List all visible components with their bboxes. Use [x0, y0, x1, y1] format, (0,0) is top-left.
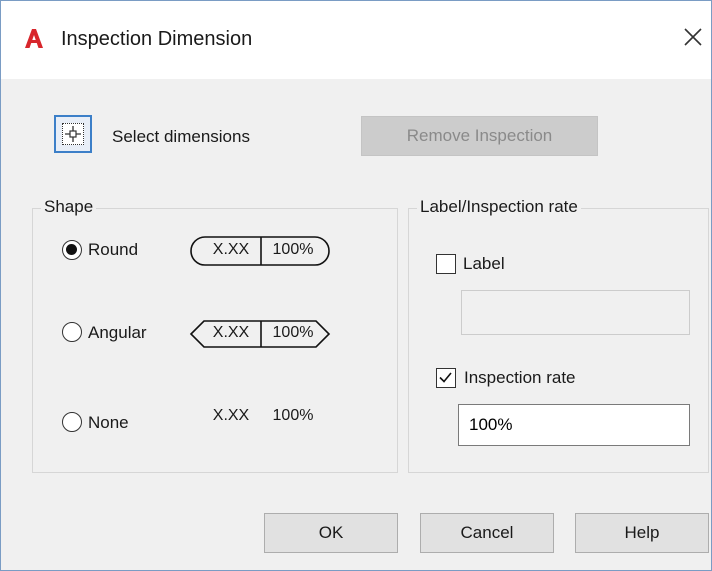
inspection-rate-field[interactable]: 100% [458, 404, 690, 446]
help-button[interactable]: Help [575, 513, 709, 553]
inspection-rate-label: Inspection rate [464, 368, 576, 387]
label-checkbox[interactable] [436, 254, 456, 274]
inspection-dimension-dialog: Inspection Dimension Select dimensions R… [0, 0, 712, 571]
angular-label: Angular [88, 323, 147, 342]
remove-inspection-button[interactable]: Remove Inspection [361, 116, 598, 156]
label-checkbox-label: Label [463, 254, 505, 273]
none-label: None [88, 413, 129, 432]
angular-preview-value: X.XX [212, 324, 250, 341]
radio-angular[interactable] [62, 322, 82, 342]
none-preview-value: X.XX [212, 407, 250, 424]
label-text-field[interactable] [461, 290, 690, 335]
ok-button[interactable]: OK [264, 513, 398, 553]
radio-none[interactable] [62, 412, 82, 432]
title-bar: Inspection Dimension [1, 1, 711, 79]
none-preview-rate: 100% [272, 407, 314, 424]
round-preview-rate: 100% [272, 241, 314, 258]
cancel-button[interactable]: Cancel [420, 513, 554, 553]
radio-round[interactable] [62, 240, 82, 260]
checkmark-icon [439, 372, 452, 383]
label-inspection-rate-title: Label/Inspection rate [417, 197, 581, 217]
round-preview-value: X.XX [212, 241, 250, 258]
angular-preview-rate: 100% [272, 324, 314, 341]
select-dimensions-label: Select dimensions [112, 127, 250, 146]
pick-point-icon [65, 126, 81, 142]
autocad-a-icon [25, 29, 43, 48]
select-dimensions-button[interactable] [54, 115, 92, 153]
inspection-rate-checkbox[interactable] [436, 368, 456, 388]
window-title: Inspection Dimension [61, 28, 253, 50]
close-icon[interactable] [681, 25, 705, 49]
round-label: Round [88, 240, 139, 259]
shape-group-title: Shape [41, 197, 97, 217]
